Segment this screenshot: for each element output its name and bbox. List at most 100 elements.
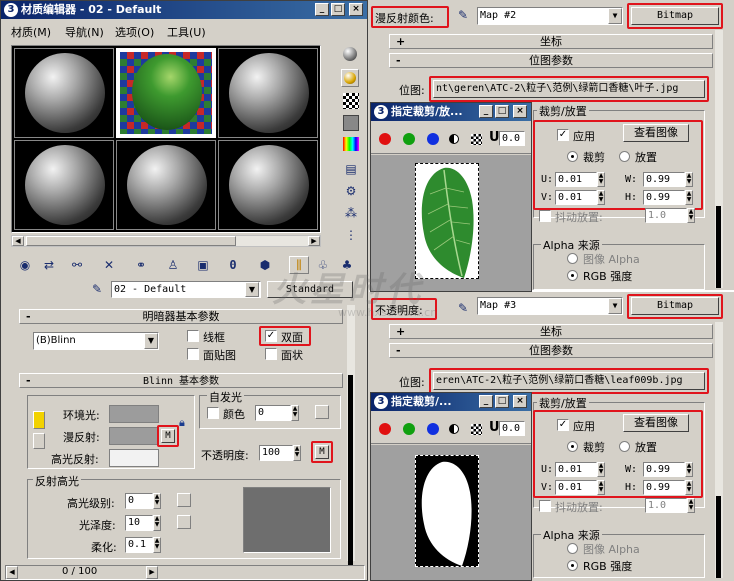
crop-u-field[interactable]: 0.0: [499, 421, 525, 436]
face-map-checkbox[interactable]: [187, 348, 199, 360]
material-map-navigator-icon[interactable]: ⋮: [343, 227, 359, 243]
glossiness-field[interactable]: 10: [125, 515, 153, 531]
pick-map-eyedropper-icon[interactable]: ✎: [455, 300, 471, 316]
menu-options[interactable]: 选项(O): [115, 24, 154, 40]
diffuse-specular-lock-icon[interactable]: 🔒︎: [179, 416, 185, 430]
coordinates-rollout[interactable]: + 坐标: [389, 324, 713, 339]
bitmap-params-rollout[interactable]: - 位图参数: [389, 343, 713, 358]
faceted-checkbox[interactable]: [265, 348, 277, 360]
sample-slot-5[interactable]: [116, 140, 216, 230]
specular-color-swatch[interactable]: [109, 449, 159, 467]
crop-close-button[interactable]: ×: [513, 395, 527, 408]
material-type-button[interactable]: Standard: [267, 281, 353, 298]
red-channel-button-icon[interactable]: [379, 423, 391, 435]
spec-level-map-button[interactable]: [177, 493, 191, 507]
rgb-intensity-radio[interactable]: [567, 560, 578, 571]
show-map-in-viewport-icon[interactable]: ⬢: [257, 257, 273, 273]
scroll-thumb[interactable]: [26, 236, 236, 246]
status-scroll-left[interactable]: ◀: [6, 566, 18, 579]
crop-minimize-button[interactable]: _: [479, 395, 493, 408]
mono-toggle-icon[interactable]: [449, 134, 459, 144]
material-name-field[interactable]: 02 - Default: [111, 281, 261, 298]
crop-close-button[interactable]: ×: [513, 105, 527, 118]
put-to-library-icon[interactable]: ▣: [195, 257, 211, 273]
diffuse-color-swatch[interactable]: [109, 427, 159, 445]
crop-minimize-button[interactable]: _: [479, 105, 493, 118]
pick-map-eyedropper-icon[interactable]: ✎: [455, 7, 471, 23]
put-to-scene-icon[interactable]: ⇄: [41, 257, 57, 273]
blue-channel-button-icon[interactable]: [427, 133, 439, 145]
go-forward-sibling-icon[interactable]: ♣: [339, 257, 355, 273]
opacity-map-name-field[interactable]: Map #3 ▼: [477, 297, 623, 315]
jitter-field[interactable]: 1.0: [645, 208, 687, 223]
wire-checkbox[interactable]: [187, 330, 199, 342]
blue-channel-button-icon[interactable]: [427, 423, 439, 435]
sample-slot-2-active[interactable]: [116, 48, 216, 138]
alpha-toggle-icon[interactable]: [471, 134, 482, 145]
select-by-material-icon[interactable]: ⁂: [343, 205, 359, 221]
ambient-lock-button[interactable]: [33, 433, 45, 449]
sample-slot-3[interactable]: [218, 48, 318, 138]
self-illum-map-button[interactable]: [315, 405, 329, 419]
close-button[interactable]: ×: [349, 3, 363, 16]
params-scrollbar[interactable]: [347, 305, 355, 565]
self-illum-color-checkbox[interactable]: [207, 407, 219, 419]
soften-field[interactable]: 0.1: [125, 537, 153, 553]
maximize-button[interactable]: □: [331, 3, 345, 16]
glossiness-map-button[interactable]: [177, 515, 191, 529]
menu-material[interactable]: 材质(M): [11, 24, 51, 40]
image-alpha-radio[interactable]: [567, 543, 578, 554]
material-editor-title-bar[interactable]: 3 材质编辑器 - 02 - Default _ □ ×: [1, 1, 367, 19]
get-material-icon[interactable]: ◉: [17, 257, 33, 273]
blinn-basic-params-rollout[interactable]: - Blinn 基本参数: [19, 373, 343, 388]
crop-u-field[interactable]: 0.0: [499, 131, 525, 146]
diffuse-panel-scrollbar[interactable]: [715, 30, 723, 288]
mono-toggle-icon[interactable]: [449, 424, 459, 434]
green-channel-button-icon[interactable]: [403, 133, 415, 145]
red-channel-button-icon[interactable]: [379, 133, 391, 145]
self-illum-spinner-arrows[interactable]: ▲ ▼: [291, 405, 299, 421]
menu-navigation[interactable]: 导航(N): [65, 24, 104, 40]
crop-maximize-button[interactable]: □: [495, 105, 509, 118]
jitter-field[interactable]: 1.0: [645, 498, 687, 513]
shader-basic-params-rollout[interactable]: - 明暗器基本参数: [19, 309, 343, 324]
menu-utilities[interactable]: 工具(U): [167, 24, 206, 40]
uv-tiling-icon[interactable]: [343, 115, 359, 131]
params-scroll-thumb[interactable]: [348, 375, 353, 565]
make-copy-icon[interactable]: ⚭: [133, 257, 149, 273]
coordinates-rollout[interactable]: + 坐标: [389, 34, 713, 49]
slots-scrollbar[interactable]: ◀ ▶: [11, 235, 321, 247]
opacity-spinner-field[interactable]: 100: [259, 445, 293, 461]
image-alpha-radio[interactable]: [567, 253, 578, 264]
pick-material-eyedropper-icon[interactable]: ✎: [89, 281, 105, 297]
crop-window-title-bar[interactable]: 3 指定裁剪/放... _ □ ×: [371, 103, 531, 121]
sample-type-icon[interactable]: [343, 47, 357, 61]
self-illum-spinner-field[interactable]: 0: [255, 405, 291, 421]
jitter-spinner[interactable]: ▲ ▼: [687, 208, 695, 223]
ambient-color-swatch[interactable]: [109, 405, 159, 423]
material-effects-channel-icon[interactable]: 0: [225, 257, 241, 273]
assign-material-icon[interactable]: ⚯: [69, 257, 85, 273]
green-channel-button-icon[interactable]: [403, 423, 415, 435]
crop-window-title-bar[interactable]: 3 指定裁剪/... _ □ ×: [371, 393, 531, 411]
sample-slot-6[interactable]: [218, 140, 318, 230]
jitter-spinner[interactable]: ▲ ▼: [687, 498, 695, 513]
alpha-toggle-icon[interactable]: [471, 424, 482, 435]
background-checker-icon[interactable]: [343, 93, 359, 109]
spec-level-spinner[interactable]: ▲ ▼: [153, 493, 161, 509]
make-preview-icon[interactable]: ▤: [343, 161, 359, 177]
options-icon[interactable]: ⚙: [343, 183, 359, 199]
sample-slot-4[interactable]: [14, 140, 114, 230]
backlight-icon[interactable]: [341, 69, 359, 87]
scroll-right-arrow[interactable]: ▶: [308, 236, 320, 246]
ambient-diffuse-lock-button[interactable]: [33, 411, 45, 429]
jitter-checkbox[interactable]: [539, 210, 551, 222]
opacity-panel-scroll-thumb[interactable]: [716, 496, 721, 578]
opacity-spinner-arrows[interactable]: ▲ ▼: [293, 445, 301, 461]
reset-map-icon[interactable]: ✕: [101, 257, 117, 273]
shader-type-dropdown[interactable]: (B)Blinn ▼: [33, 332, 159, 350]
make-unique-icon[interactable]: ♙: [165, 257, 181, 273]
jitter-checkbox[interactable]: [539, 500, 551, 512]
crop-maximize-button[interactable]: □: [495, 395, 509, 408]
glossiness-spinner[interactable]: ▲ ▼: [153, 515, 161, 531]
